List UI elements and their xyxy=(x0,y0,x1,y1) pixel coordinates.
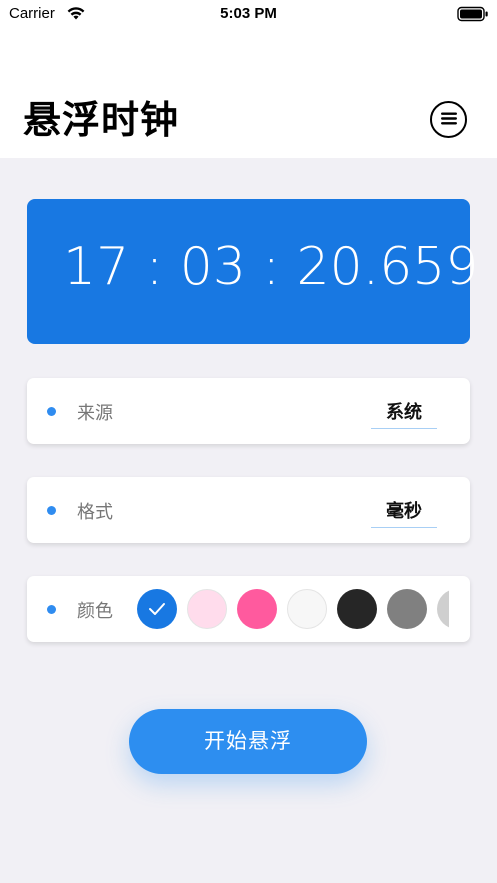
bullet-dot-icon xyxy=(47,506,56,515)
menu-button[interactable] xyxy=(430,101,467,138)
color-swatch[interactable] xyxy=(237,589,277,629)
source-row[interactable]: 来源 系统 xyxy=(27,378,470,444)
bullet-dot-icon xyxy=(47,407,56,416)
format-label: 格式 xyxy=(77,502,113,523)
color-swatch[interactable] xyxy=(387,589,427,629)
source-label: 来源 xyxy=(77,403,113,424)
status-time: 5:03 PM xyxy=(220,5,277,22)
clock-display-card: 17 : 03 : 20.659 xyxy=(27,199,478,344)
start-floating-button[interactable]: 开始悬浮 xyxy=(129,709,367,774)
check-icon xyxy=(149,603,165,615)
color-swatch[interactable] xyxy=(437,589,449,629)
color-swatch[interactable] xyxy=(187,589,227,629)
color-swatch[interactable] xyxy=(137,589,177,629)
color-row: 颜色 xyxy=(27,576,470,642)
battery-icon xyxy=(457,6,489,22)
format-row[interactable]: 格式 毫秒 xyxy=(27,477,470,543)
format-select[interactable]: 毫秒 xyxy=(371,497,437,528)
color-swatch-list[interactable] xyxy=(137,589,449,629)
color-swatch[interactable] xyxy=(287,589,327,629)
menu-icon xyxy=(440,110,457,129)
clock-time: 17 : 03 : 20.659 xyxy=(63,237,479,297)
color-label: 颜色 xyxy=(77,601,113,622)
color-swatch[interactable] xyxy=(337,589,377,629)
source-select[interactable]: 系统 xyxy=(371,398,437,429)
page-title: 悬浮时钟 xyxy=(23,98,180,142)
status-bar: Carrier 5:03 PM xyxy=(0,0,497,28)
bullet-dot-icon xyxy=(47,605,56,614)
